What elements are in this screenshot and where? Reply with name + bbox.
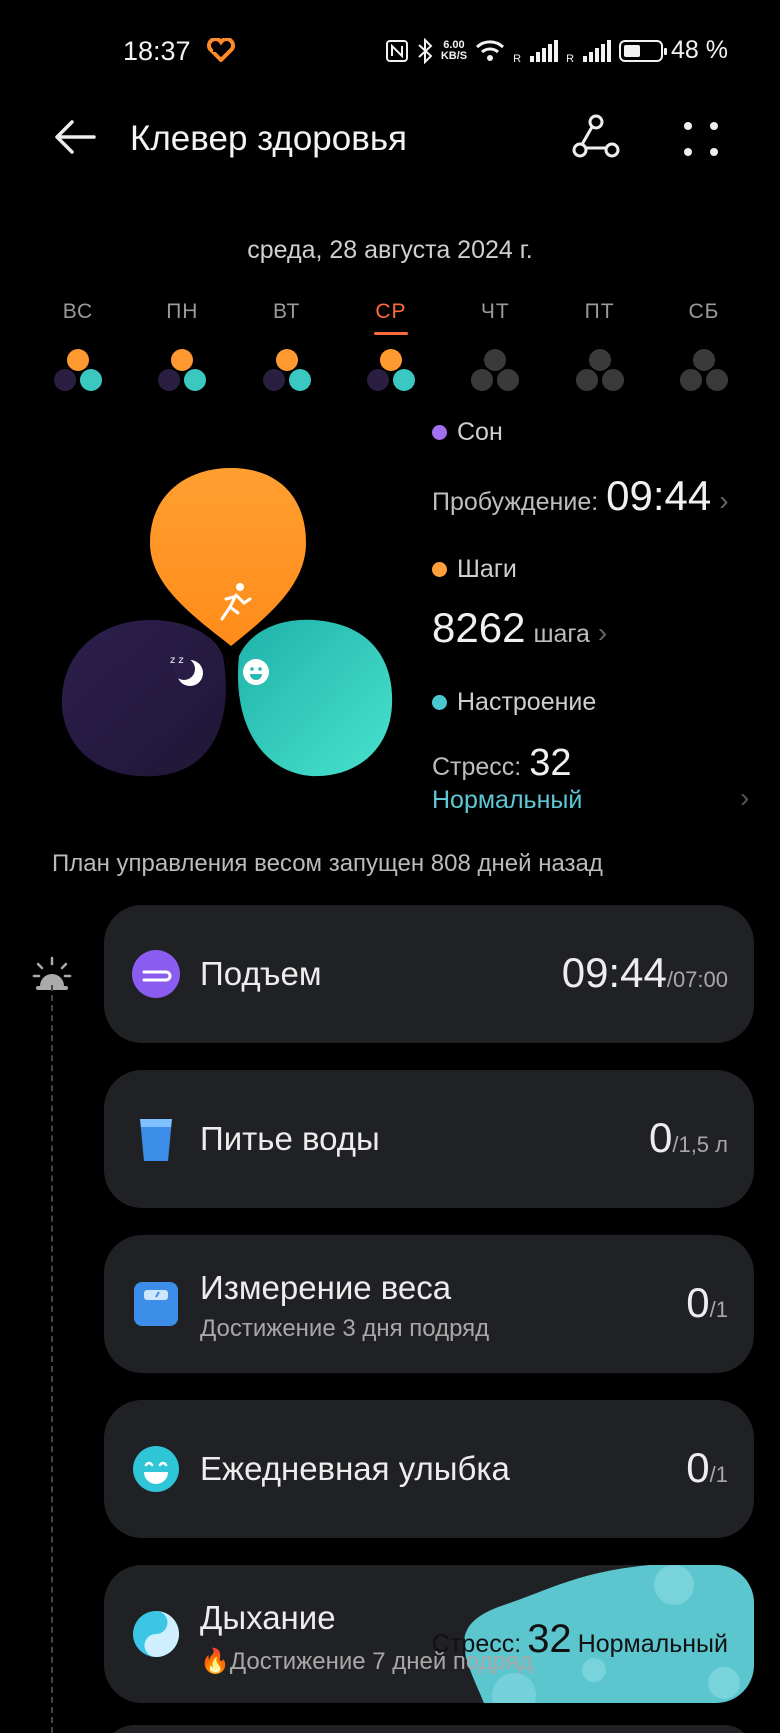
day-label: ПТ	[584, 300, 615, 323]
breathing-card[interactable]: Дыхание 🔥Достижение 7 дней подряд Стресс…	[104, 1565, 754, 1703]
day-thu[interactable]: ЧТ	[443, 300, 547, 410]
battery-icon	[619, 39, 668, 62]
weight-card[interactable]: Измерение веса Достижение 3 дня подряд 0…	[104, 1235, 754, 1373]
wake-metric[interactable]: Пробуждение: 09:44 ›	[432, 472, 729, 520]
mini-clover-icon	[366, 349, 415, 391]
water-card[interactable]: Питье воды 0/1,5 л	[104, 1070, 754, 1208]
bluetooth-icon	[418, 37, 433, 64]
mini-clover-icon	[54, 349, 102, 391]
stress-metric[interactable]: Стресс: 32	[432, 742, 572, 785]
nfc-icon	[385, 39, 408, 62]
week-selector: ВС ПН ВТ СР ЧТ ПТ СБ	[26, 300, 756, 410]
day-label: ПН	[166, 300, 199, 323]
wake-value: 09:44	[606, 472, 712, 519]
sleep-legend: Сон	[432, 418, 503, 447]
mini-clover-empty-icon	[471, 349, 520, 391]
wake-label: Пробуждение:	[432, 488, 599, 516]
selected-date: среда, 28 августа 2024 г.	[247, 236, 533, 264]
water-glass-icon	[140, 1119, 172, 1161]
day-fri[interactable]: ПТ	[548, 300, 652, 410]
day-label: ВС	[62, 300, 94, 323]
chevron-right-icon: ›	[719, 485, 729, 516]
health-clover-chart[interactable]: z z	[56, 460, 406, 790]
smile-face-icon	[133, 1446, 179, 1492]
next-card-peek	[104, 1725, 754, 1733]
battery-level: 48 %	[671, 36, 728, 64]
page-title: Клевер здоровья	[130, 119, 408, 158]
day-label: ВТ	[272, 300, 301, 323]
mini-clover-empty-icon	[575, 349, 624, 391]
chevron-right-icon[interactable]: ›	[740, 782, 749, 814]
steps-value: 8262	[432, 604, 526, 651]
mood-legend: Настроение	[432, 688, 596, 717]
plan-status: План управления весом запущен 808 дней н…	[52, 850, 603, 877]
card-value: 09:44/07:00	[561, 949, 728, 996]
steps-label: Шаги	[457, 555, 517, 583]
share-icon[interactable]	[570, 112, 622, 164]
card-title: Подъем	[200, 955, 322, 992]
day-sat[interactable]: СБ	[652, 300, 756, 410]
steps-legend: Шаги	[432, 555, 517, 584]
svg-text:z z: z z	[170, 655, 184, 666]
day-label: ЧТ	[480, 300, 510, 323]
sleep-label: Сон	[457, 418, 503, 446]
card-title: Измерение веса	[200, 1269, 452, 1306]
mini-clover-icon	[158, 349, 207, 391]
card-title: Ежедневная улыбка	[200, 1450, 510, 1487]
day-mon[interactable]: ПН	[130, 300, 234, 410]
signal-icon	[530, 39, 559, 62]
steps-petal	[150, 468, 306, 646]
card-value: 0/1	[686, 1279, 728, 1326]
more-options-icon[interactable]	[676, 114, 726, 164]
card-value: 0/1,5 л	[648, 1114, 728, 1161]
signal-icon-2	[583, 39, 612, 62]
app-header: Клевер здоровья	[0, 100, 780, 180]
smile-icon	[243, 659, 269, 685]
day-sun[interactable]: ВС	[26, 300, 130, 410]
timeline-line	[51, 985, 53, 1733]
mini-clover-icon	[262, 349, 311, 391]
wakeup-icon	[132, 950, 180, 998]
card-subtitle: Достижение 3 дня подряд	[200, 1315, 490, 1342]
chevron-right-icon: ›	[597, 617, 608, 648]
wakeup-card[interactable]: Подъем 09:44/07:00	[104, 905, 754, 1043]
network-speed: 6.00 KB/S	[440, 38, 468, 62]
mood-label: Настроение	[457, 688, 597, 716]
stress-label: Стресс:	[432, 753, 522, 781]
status-bar: 18:37 6.00 KB/S R R 48 %	[123, 36, 728, 66]
mini-clover-empty-icon	[679, 349, 728, 391]
card-value: 0/1	[686, 1444, 728, 1491]
day-label: СР	[375, 300, 407, 323]
back-arrow-icon[interactable]	[50, 112, 100, 162]
scale-icon	[134, 1282, 178, 1326]
smile-card[interactable]: Ежедневная улыбка 0/1	[104, 1400, 754, 1538]
card-title: Питье воды	[200, 1120, 380, 1157]
day-label: СБ	[688, 300, 720, 323]
stress-value: 32	[529, 742, 572, 784]
clock: 18:37	[123, 36, 191, 66]
day-tue[interactable]: ВТ	[235, 300, 339, 410]
health-app-icon	[207, 38, 235, 62]
card-title: Дыхание	[200, 1599, 336, 1636]
breathing-stress: Стресс: 32 Нормальный	[431, 1617, 728, 1661]
mood-petal	[237, 619, 393, 777]
day-wed[interactable]: СР	[339, 300, 443, 410]
breathing-icon	[133, 1611, 179, 1657]
steps-unit: шага	[533, 620, 590, 648]
steps-metric[interactable]: 8262 шага ›	[432, 604, 607, 652]
wifi-icon	[476, 39, 505, 61]
stress-state: Нормальный	[432, 786, 583, 814]
sleep-petal	[61, 620, 226, 777]
